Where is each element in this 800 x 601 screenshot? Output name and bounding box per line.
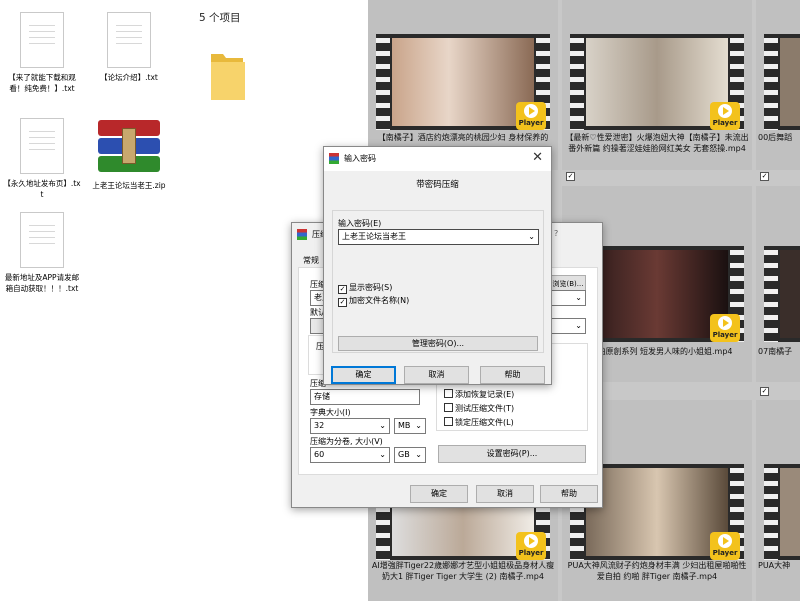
file-name: 【来了就能下载和观看！纯免费！】.txt bbox=[8, 73, 76, 93]
file-name: 【永久地址发布页】.txt bbox=[3, 179, 81, 199]
file-list-pane: 【来了就能下载和观看！纯免费！】.txt 【论坛介绍】.txt 【永久地址发布页… bbox=[0, 0, 185, 601]
file-item[interactable]: 最新地址及APP请发邮箱自动获取！！！.txt bbox=[2, 212, 82, 294]
thumbnail-caption: PUA大神风流财子约炮身材丰满 少妇出租屋啪啪性爱自拍 约啪 胖Tiger 南橘… bbox=[567, 561, 747, 581]
encrypt-filenames-checkbox[interactable]: ✓ 加密文件名称(N) bbox=[338, 295, 409, 307]
player-icon: Player bbox=[516, 102, 546, 130]
show-password-checkbox[interactable]: ✓ 显示密码(S) bbox=[338, 282, 392, 294]
volume-size-label: 压缩为分卷, 大小(V) bbox=[310, 437, 383, 446]
help-button[interactable]: 帮助 bbox=[540, 485, 598, 503]
options-select[interactable]: ⌄ bbox=[550, 318, 586, 334]
password-dialog-title: 输入密码 bbox=[344, 154, 376, 163]
file-item[interactable]: 【永久地址发布页】.txt bbox=[2, 118, 82, 200]
help-button[interactable]: 帮助 bbox=[480, 366, 545, 384]
tab-general[interactable]: 常规 bbox=[303, 255, 319, 266]
dict-size-label: 字典大小(I) bbox=[310, 408, 351, 417]
method-select[interactable]: 存储 bbox=[310, 389, 420, 405]
video-thumbnail[interactable]: 00后舞蹈 bbox=[756, 0, 800, 170]
password-dialog-heading: 带密码压缩 bbox=[416, 180, 459, 190]
file-name: 最新地址及APP请发邮箱自动获取！！！.txt bbox=[4, 273, 80, 293]
ok-button[interactable]: 确定 bbox=[331, 366, 396, 384]
set-password-button[interactable]: 设置密码(P)... bbox=[438, 445, 586, 463]
help-icon[interactable]: ? bbox=[554, 229, 558, 238]
cancel-button[interactable]: 取消 bbox=[476, 485, 534, 503]
dict-size-select[interactable]: 32 ⌄ bbox=[310, 418, 390, 434]
video-thumbnail[interactable]: Player 【南橘子】酒店约炮漂亮的桃园少妇 身材保养的 bbox=[368, 0, 558, 170]
item-count: 5 个项目 bbox=[199, 12, 241, 24]
player-icon: Player bbox=[516, 532, 546, 560]
volume-unit-select[interactable]: GB ⌄ bbox=[394, 447, 426, 463]
volume-size-select[interactable]: 60 ⌄ bbox=[310, 447, 390, 463]
lock-archive-checkbox[interactable]: 锁定压缩文件(L) bbox=[444, 417, 514, 428]
password-dialog-titlebar[interactable]: 输入密码 ✕ bbox=[324, 147, 551, 171]
text-file-icon bbox=[20, 12, 64, 68]
thumbnail-caption: 00后舞蹈 bbox=[758, 133, 793, 142]
player-icon: Player bbox=[710, 102, 740, 130]
select-checkbox[interactable]: ✓ bbox=[566, 172, 575, 181]
dict-unit-select[interactable]: MB ⌄ bbox=[394, 418, 426, 434]
winrar-archive-icon bbox=[98, 118, 160, 176]
password-dialog: 输入密码 ✕ 带密码压缩 输入密码(E) 上老王论坛当老王 ⌄ ✓ 显示密码(S) … bbox=[323, 146, 552, 385]
cancel-button[interactable]: 取消 bbox=[404, 366, 469, 384]
player-icon: Player bbox=[710, 314, 740, 342]
ok-button[interactable]: 确定 bbox=[410, 485, 468, 503]
text-file-icon bbox=[107, 12, 151, 68]
winrar-icon bbox=[329, 153, 339, 164]
password-label: 输入密码(E) bbox=[338, 219, 382, 228]
file-item[interactable]: 【论坛介绍】.txt bbox=[89, 12, 169, 83]
manage-passwords-button[interactable]: 管理密码(O)... bbox=[338, 336, 538, 351]
thumbnail-caption: PUA大神 bbox=[758, 561, 791, 570]
video-thumbnail[interactable]: Player 【最新♡性爱泄密】火爆泡妞大神【南橘子】未流出番外新篇 约操著涩娃… bbox=[562, 0, 752, 170]
thumbnail-caption: AI增強胖Tiger22歲娜娜才艺型小姐姐极品身材人瘦奶大1 胖Tiger Ti… bbox=[371, 561, 555, 581]
file-name: 上老王论坛当老王.zip bbox=[92, 181, 166, 190]
thumbnail-caption: 【最新♡性爱泄密】火爆泡妞大神【南橘子】未流出番外新篇 约操著涩娃娃脸网红美女 … bbox=[565, 133, 749, 153]
select-checkbox[interactable]: ✓ bbox=[760, 172, 769, 181]
file-item[interactable]: 【来了就能下载和观看！纯免费！】.txt bbox=[2, 12, 82, 94]
password-input[interactable]: 上老王论坛当老王 ⌄ bbox=[338, 229, 539, 245]
text-file-icon bbox=[20, 212, 64, 268]
text-file-icon bbox=[20, 118, 64, 174]
recovery-record-checkbox[interactable]: 添加恢复记录(E) bbox=[444, 389, 514, 400]
video-thumbnail[interactable]: 07南橘子 bbox=[756, 186, 800, 382]
test-archive-checkbox[interactable]: 测试压缩文件(T) bbox=[444, 403, 514, 414]
update-mode-select[interactable]: ⌄ bbox=[550, 290, 586, 306]
thumbnail-caption: 07南橘子 bbox=[758, 347, 793, 356]
thumbnail-caption: 【南橘子】酒店约炮漂亮的桃园少妇 身材保养的 bbox=[377, 133, 549, 142]
file-item[interactable]: 上老王论坛当老王.zip bbox=[89, 118, 169, 191]
video-thumbnail[interactable]: PUA大神 bbox=[756, 400, 800, 601]
close-icon[interactable]: ✕ bbox=[532, 150, 543, 165]
file-name: 【论坛介绍】.txt bbox=[100, 73, 158, 82]
winrar-icon bbox=[297, 229, 307, 240]
player-icon: Player bbox=[710, 532, 740, 560]
folder-icon[interactable] bbox=[209, 48, 245, 104]
select-checkbox[interactable]: ✓ bbox=[760, 387, 769, 396]
